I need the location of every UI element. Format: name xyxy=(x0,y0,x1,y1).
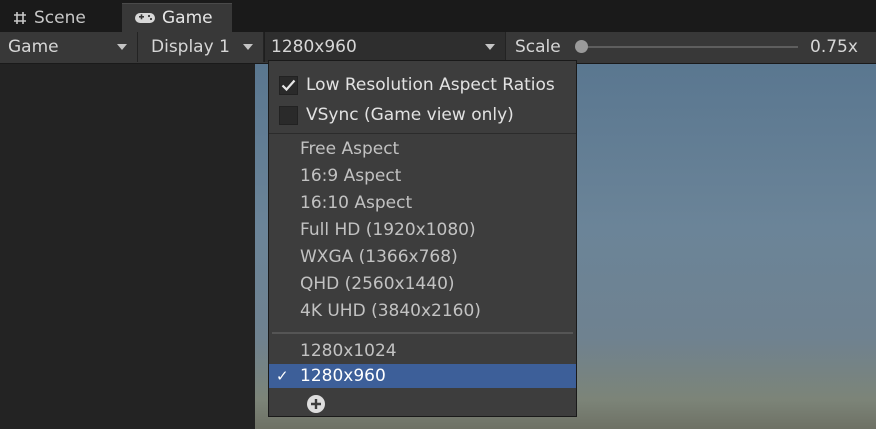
menu-item-free-aspect[interactable]: Free Aspect xyxy=(300,135,399,162)
scale-slider-handle[interactable] xyxy=(575,40,588,53)
checkbox-unchecked[interactable] xyxy=(279,105,298,125)
display-dropdown[interactable]: Display 1 xyxy=(141,32,264,62)
low-resolution-label: Low Resolution Aspect Ratios xyxy=(306,75,555,95)
menu-item-full-hd[interactable]: Full HD (1920x1080) xyxy=(300,216,476,243)
menu-item-16-9-aspect[interactable]: 16:9 Aspect xyxy=(300,162,401,189)
vsync-label: VSync (Game view only) xyxy=(306,105,514,125)
scale-value: 0.75x xyxy=(810,37,858,57)
menu-separator xyxy=(269,133,576,134)
menu-item-4k-uhd[interactable]: 4K UHD (3840x2160) xyxy=(300,297,481,324)
game-view-dropdown[interactable]: Game xyxy=(0,32,138,62)
vsync-toggle[interactable]: VSync (Game view only) xyxy=(279,102,514,128)
menu-item-1280x960[interactable]: 1280x960 xyxy=(300,364,386,388)
caret-down-icon xyxy=(117,44,127,50)
game-view-background xyxy=(0,64,255,429)
game-view-dropdown-label: Game xyxy=(8,37,59,57)
check-icon xyxy=(281,79,296,91)
low-resolution-toggle[interactable]: Low Resolution Aspect Ratios xyxy=(279,72,555,98)
plus-circle-icon[interactable] xyxy=(306,394,326,414)
gamepad-icon xyxy=(134,11,156,25)
menu-item-qhd[interactable]: QHD (2560x1440) xyxy=(300,270,455,297)
tab-scene[interactable]: Scene xyxy=(0,3,118,32)
checkbox-checked[interactable] xyxy=(279,75,298,95)
tab-strip: Scene Game xyxy=(0,0,876,32)
caret-down-icon xyxy=(485,44,495,50)
grid-icon xyxy=(12,10,28,26)
scale-label: Scale xyxy=(515,37,561,57)
tab-scene-label: Scene xyxy=(34,7,86,28)
menu-divider xyxy=(272,332,573,334)
resolution-menu: Low Resolution Aspect Ratios VSync (Game… xyxy=(268,60,577,417)
display-dropdown-label: Display 1 xyxy=(151,37,230,57)
tab-game-label: Game xyxy=(162,8,213,28)
menu-item-16-10-aspect[interactable]: 16:10 Aspect xyxy=(300,189,412,216)
selected-check-icon: ✓ xyxy=(276,367,289,385)
tab-game[interactable]: Game xyxy=(122,3,232,32)
menu-item-wxga[interactable]: WXGA (1366x768) xyxy=(300,243,458,270)
resolution-dropdown-label: 1280x960 xyxy=(271,37,357,57)
caret-down-icon xyxy=(243,44,253,50)
resolution-dropdown[interactable]: 1280x960 xyxy=(264,32,506,62)
menu-item-1280x1024[interactable]: 1280x1024 xyxy=(300,337,397,364)
scale-slider-track[interactable] xyxy=(580,46,798,48)
